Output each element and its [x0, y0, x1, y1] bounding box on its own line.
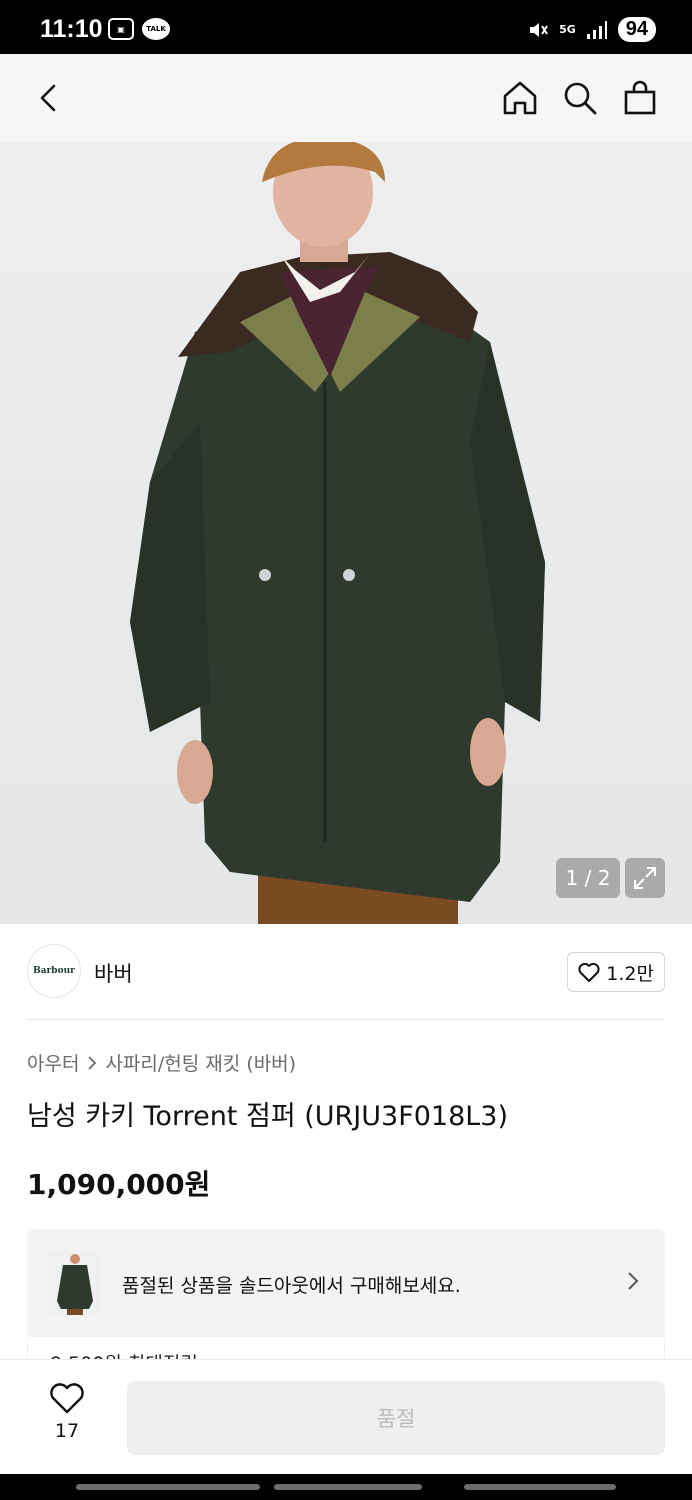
product-price: 1,090,000원 [27, 1168, 211, 1201]
heart-icon [50, 1383, 84, 1414]
screenshot-icon: ▣ [108, 18, 134, 40]
wishlist-button[interactable]: 17 [40, 1382, 94, 1442]
breadcrumb-category[interactable]: 아우터 [27, 1049, 79, 1076]
soldout-banner-text: 품절된 상품을 솔드아웃에서 구매해보세요. [122, 1275, 461, 1297]
back-button[interactable] [26, 76, 70, 120]
network-type: 5G [559, 23, 576, 36]
bottom-action-bar: 17 품절 [0, 1359, 692, 1474]
status-system-icons: 5G 94 [527, 17, 656, 42]
breadcrumb: 아우터 사파리/헌팅 재킷 (바버) [27, 1049, 296, 1076]
heart-icon [578, 962, 600, 982]
brand-name[interactable]: 바버 [94, 958, 133, 988]
expand-image-button[interactable] [625, 858, 665, 898]
battery-level: 94 [617, 17, 656, 42]
chevron-right-icon [88, 1055, 97, 1070]
expand-icon [634, 867, 656, 889]
breadcrumb-subcategory[interactable]: 사파리/헌팅 재킷 (바버) [105, 1049, 296, 1076]
top-nav [0, 54, 692, 142]
gesture-hint [76, 1484, 260, 1490]
wishlist-count: 17 [54, 1420, 80, 1442]
mute-icon [530, 22, 548, 37]
product-photo [130, 142, 545, 924]
brand-row: Barbour 바버 1.2만 [27, 944, 665, 1000]
shopping-bag-icon [624, 80, 656, 115]
gesture-hint [464, 1484, 616, 1490]
image-counter: 1 / 2 [556, 858, 620, 898]
brand-logo[interactable]: Barbour [27, 944, 81, 998]
product-thumbnail [49, 1251, 101, 1315]
status-bar: 11:10 ▣ TALK 5G 94 [0, 0, 692, 54]
chevron-right-icon [628, 1272, 639, 1290]
status-time: 11:10 [40, 15, 103, 43]
buy-button[interactable]: 품절 [127, 1381, 665, 1455]
points-info: 9,500원 최대적립 [27, 1337, 665, 1359]
home-button[interactable] [498, 76, 542, 120]
product-image-gallery[interactable]: 1 / 2 [0, 142, 692, 924]
product-title: 남성 카키 Torrent 점퍼 (URJU3F018L3) [27, 1101, 509, 1132]
search-button[interactable] [558, 76, 602, 120]
brand-like-count: 1.2만 [606, 962, 654, 985]
search-icon [564, 82, 597, 115]
brand-like-button[interactable]: 1.2만 [567, 952, 665, 992]
cart-button[interactable] [618, 76, 662, 120]
home-icon [503, 81, 537, 115]
kakaotalk-icon: TALK [142, 18, 170, 40]
soldout-banner[interactable]: 품절된 상품을 솔드아웃에서 구매해보세요. [27, 1229, 665, 1337]
divider [27, 1019, 665, 1020]
signal-icon [586, 20, 607, 39]
navigation-gesture-bar [0, 1474, 692, 1500]
points-text: 9,500원 최대적립 [50, 1349, 198, 1359]
status-notification-icons: ▣ TALK [108, 18, 170, 40]
back-icon [40, 84, 56, 112]
gesture-hint [274, 1484, 422, 1490]
